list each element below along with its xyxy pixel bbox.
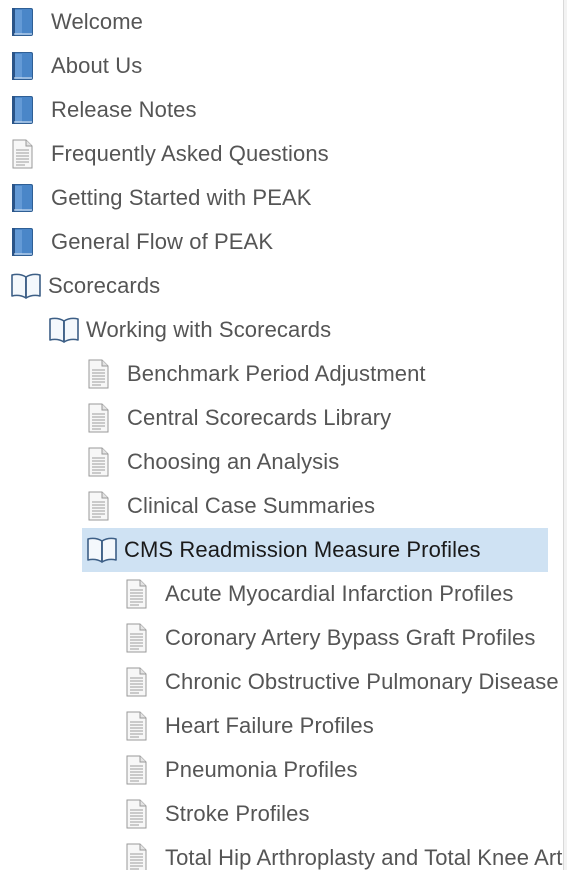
page-icon xyxy=(86,403,118,433)
tree-item-getting-started-with-peak[interactable]: Getting Started with PEAK xyxy=(10,176,312,220)
tree-item-clinical-case-summaries[interactable]: Clinical Case Summaries xyxy=(86,484,375,528)
page-icon xyxy=(124,579,156,609)
tree-item-coronary-artery-bypass-graft-profiles[interactable]: Coronary Artery Bypass Graft Profiles xyxy=(124,616,536,660)
tree-item-label: Coronary Artery Bypass Graft Profiles xyxy=(165,625,536,650)
tree-item-label: Total Hip Arthroplasty and Total Knee Ar… xyxy=(165,845,563,870)
tree-item-scorecards[interactable]: Scorecards xyxy=(10,264,160,308)
tree-item-acute-myocardial-infarction-profiles[interactable]: Acute Myocardial Infarction Profiles xyxy=(124,572,513,616)
pane-scrollbar-edge[interactable] xyxy=(563,0,567,870)
page-icon xyxy=(124,843,156,870)
tree-item-label: CMS Readmission Measure Profiles xyxy=(124,537,481,562)
tree-item-label: Acute Myocardial Infarction Profiles xyxy=(165,581,514,606)
tree-item-label: Scorecards xyxy=(48,273,161,298)
open-book-icon xyxy=(48,316,80,344)
tree-item-central-scorecards-library[interactable]: Central Scorecards Library xyxy=(86,396,391,440)
closed-book-icon xyxy=(10,7,42,37)
closed-book-icon xyxy=(10,227,42,257)
page-icon xyxy=(124,799,156,829)
help-contents-tree: Welcome About Us Release Notes Frequently A… xyxy=(0,0,563,870)
tree-item-label: About Us xyxy=(51,53,143,78)
page-icon xyxy=(124,667,156,697)
tree-item-frequently-asked-questions[interactable]: Frequently Asked Questions xyxy=(10,132,329,176)
closed-book-icon xyxy=(10,51,42,81)
page-icon xyxy=(86,491,118,521)
tree-item-label: Pneumonia Profiles xyxy=(165,757,358,782)
page-icon xyxy=(86,447,118,477)
tree-item-welcome[interactable]: Welcome xyxy=(10,0,143,44)
tree-item-benchmark-period-adjustment[interactable]: Benchmark Period Adjustment xyxy=(86,352,426,396)
tree-item-label: Working with Scorecards xyxy=(86,317,332,342)
tree-item-general-flow-of-peak[interactable]: General Flow of PEAK xyxy=(10,220,273,264)
tree-item-label: Heart Failure Profiles xyxy=(165,713,374,738)
tree-item-total-hip-arthroplasty-and-total-knee-arthroplasty-profiles[interactable]: Total Hip Arthroplasty and Total Knee Ar… xyxy=(124,836,563,870)
tree-item-release-notes[interactable]: Release Notes xyxy=(10,88,197,132)
closed-book-icon xyxy=(10,95,42,125)
tree-item-working-with-scorecards[interactable]: Working with Scorecards xyxy=(48,308,331,352)
tree-item-label: Central Scorecards Library xyxy=(127,405,392,430)
page-icon xyxy=(124,755,156,785)
tree-item-label: Frequently Asked Questions xyxy=(51,141,329,166)
tree-item-label: Getting Started with PEAK xyxy=(51,185,312,210)
tree-item-chronic-obstructive-pulmonary-disease-profiles[interactable]: Chronic Obstructive Pulmonary Disease Pr… xyxy=(124,660,563,704)
tree-item-label: Stroke Profiles xyxy=(165,801,310,826)
tree-item-about-us[interactable]: About Us xyxy=(10,44,142,88)
page-icon xyxy=(86,359,118,389)
tree-item-pneumonia-profiles[interactable]: Pneumonia Profiles xyxy=(124,748,358,792)
tree-item-heart-failure-profiles[interactable]: Heart Failure Profiles xyxy=(124,704,374,748)
tree-item-label: Release Notes xyxy=(51,97,197,122)
tree-item-label: Choosing an Analysis xyxy=(127,449,340,474)
tree-item-label: Welcome xyxy=(51,9,143,34)
tree-item-choosing-an-analysis[interactable]: Choosing an Analysis xyxy=(86,440,339,484)
page-icon xyxy=(124,711,156,741)
tree-item-label: Benchmark Period Adjustment xyxy=(127,361,426,386)
open-book-icon xyxy=(86,536,118,564)
tree-item-stroke-profiles[interactable]: Stroke Profiles xyxy=(124,792,310,836)
page-icon xyxy=(124,623,156,653)
page-icon xyxy=(10,139,42,169)
tree-item-label: Clinical Case Summaries xyxy=(127,493,376,518)
tree-item-label: General Flow of PEAK xyxy=(51,229,274,254)
tree-item-cms-readmission-measure-profiles[interactable]: CMS Readmission Measure Profiles xyxy=(82,528,548,572)
closed-book-icon xyxy=(10,183,42,213)
tree-item-label: Chronic Obstructive Pulmonary Disease Pr… xyxy=(165,669,563,694)
open-book-icon xyxy=(10,272,42,300)
